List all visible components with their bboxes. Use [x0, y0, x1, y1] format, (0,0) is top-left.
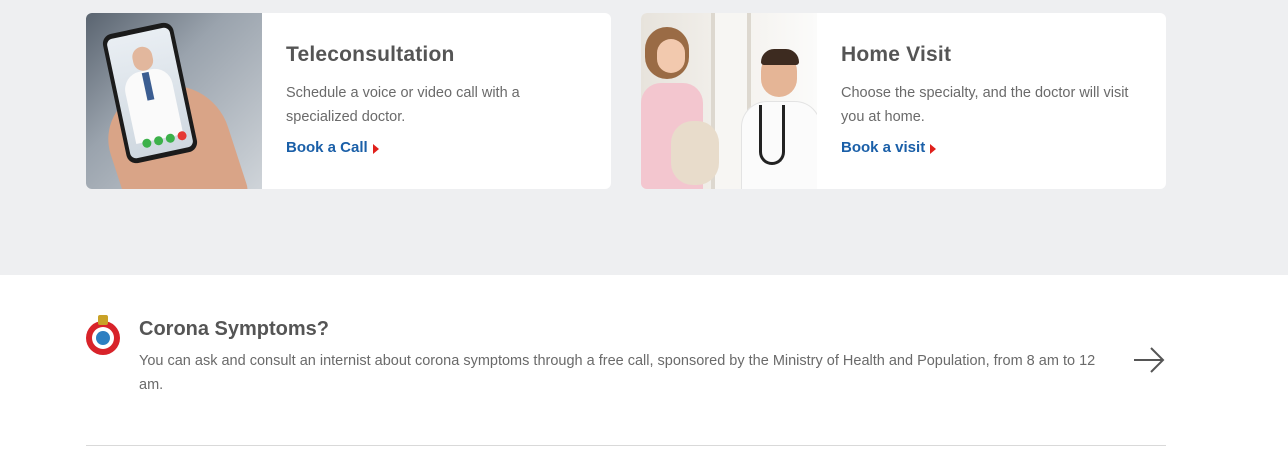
- corona-description: You can ask and consult an internist abo…: [139, 353, 1096, 393]
- home-visit-card: Home Visit Choose the specialty, and the…: [641, 13, 1166, 189]
- arrow-right-icon[interactable]: [1132, 345, 1166, 375]
- teleconsultation-card: Teleconsultation Schedule a voice or vid…: [86, 13, 611, 189]
- caret-right-icon: [930, 143, 937, 154]
- book-visit-link[interactable]: Book a visit: [841, 139, 937, 156]
- teleconsultation-image: [86, 13, 262, 189]
- corona-title: Corona Symptoms?: [139, 318, 330, 340]
- link-label: Book a visit: [841, 139, 926, 156]
- book-call-link[interactable]: Book a Call: [286, 139, 379, 156]
- divider: [86, 445, 1166, 446]
- caret-right-icon: [372, 143, 379, 154]
- corona-symptoms-banner[interactable]: Corona Symptoms? You can ask and consult…: [86, 315, 1166, 405]
- card-description: Schedule a voice or video call with a sp…: [286, 85, 520, 125]
- ministry-of-health-logo-icon: [86, 315, 120, 355]
- card-title: Teleconsultation: [286, 43, 455, 66]
- link-label: Book a Call: [286, 139, 368, 156]
- card-title: Home Visit: [841, 43, 952, 66]
- card-description: Choose the specialty, and the doctor wil…: [841, 85, 1129, 125]
- home-visit-image: [641, 13, 817, 189]
